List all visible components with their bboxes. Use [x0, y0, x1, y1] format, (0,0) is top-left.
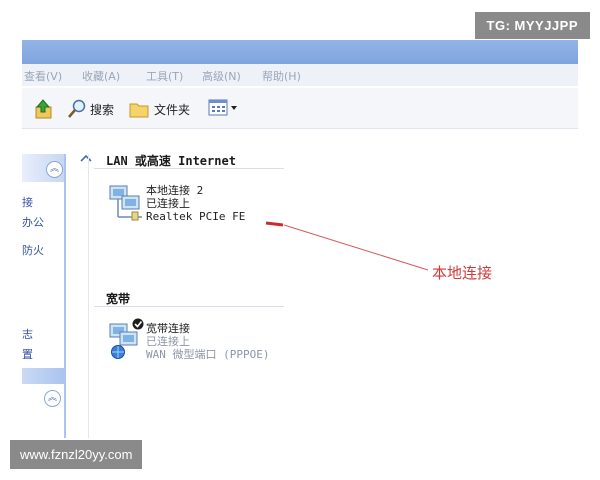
watermark-bottom-left: www.fznzl20yy.com — [10, 440, 143, 469]
annotation-label: 本地连接 — [432, 264, 493, 282]
annotation-arrow — [265, 221, 429, 271]
